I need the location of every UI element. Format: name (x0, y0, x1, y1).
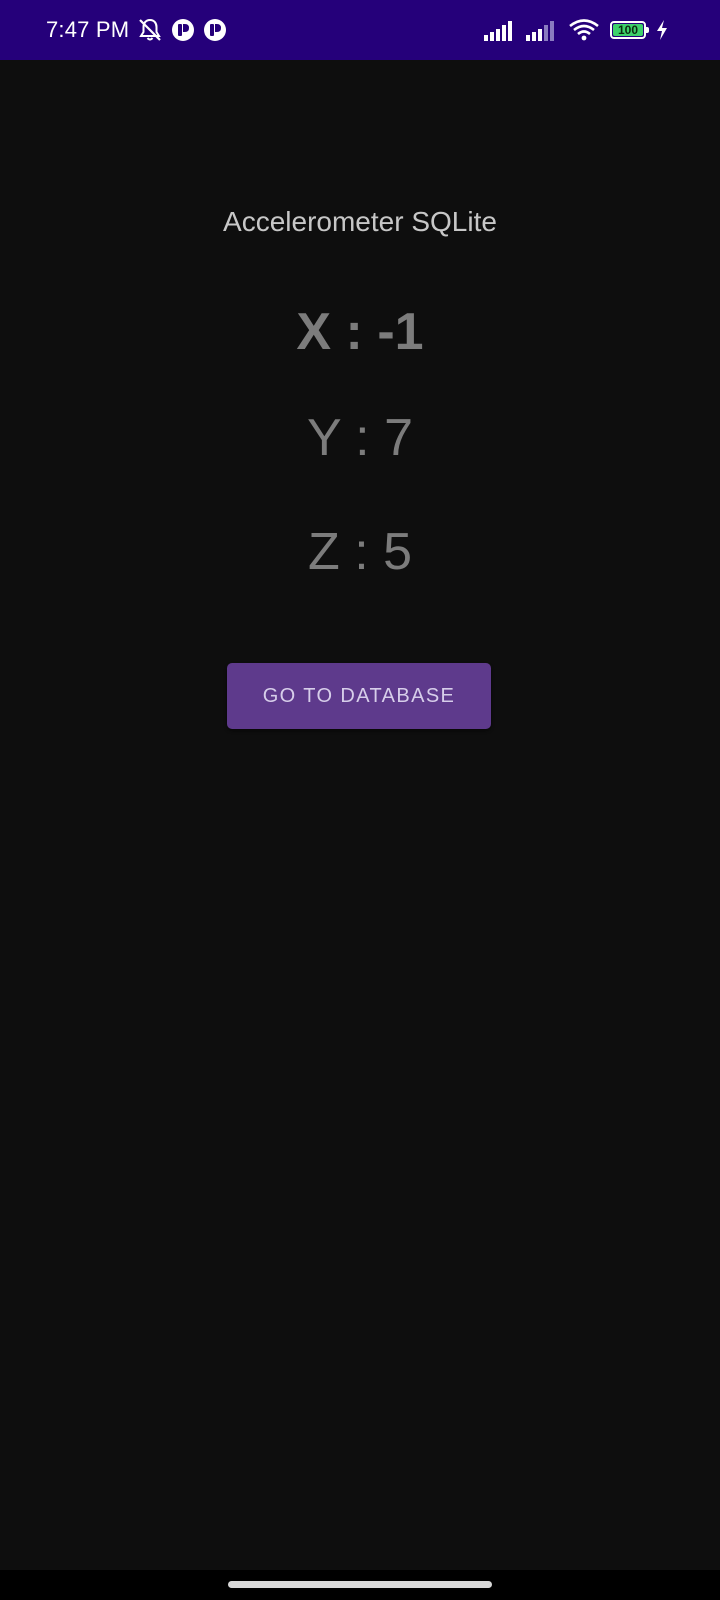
signal-icon (484, 19, 516, 41)
wifi-icon (568, 18, 600, 42)
app-notification-icon (203, 18, 227, 42)
charging-bolt-icon (656, 20, 668, 40)
status-time: 7:47 PM (46, 17, 130, 42)
y-value-text: Y : 7 (306, 409, 413, 467)
bell-muted-icon (137, 17, 163, 43)
status-left-group: 7:47 PM (46, 0, 227, 60)
battery-level: 100 (617, 23, 639, 37)
battery-icon: 100 (610, 21, 649, 39)
go-to-database-button[interactable]: GO TO DATABASE (227, 663, 491, 729)
status-right-group: 100 (484, 0, 668, 60)
x-value-text: X : -1 (296, 303, 424, 361)
navigation-bar (0, 1570, 720, 1600)
home-gesture-handle[interactable] (228, 1581, 492, 1588)
z-value-text: Z : 5 (307, 523, 413, 581)
app-notification-icon (171, 18, 195, 42)
app-title: Accelerometer SQLite (223, 206, 497, 237)
app-screen: 7:47 PM 100 Accelerometer SQLite X: -1 … (0, 0, 720, 1600)
status-bar: 7:47 PM 100 (0, 0, 720, 60)
signal-icon (526, 19, 558, 41)
